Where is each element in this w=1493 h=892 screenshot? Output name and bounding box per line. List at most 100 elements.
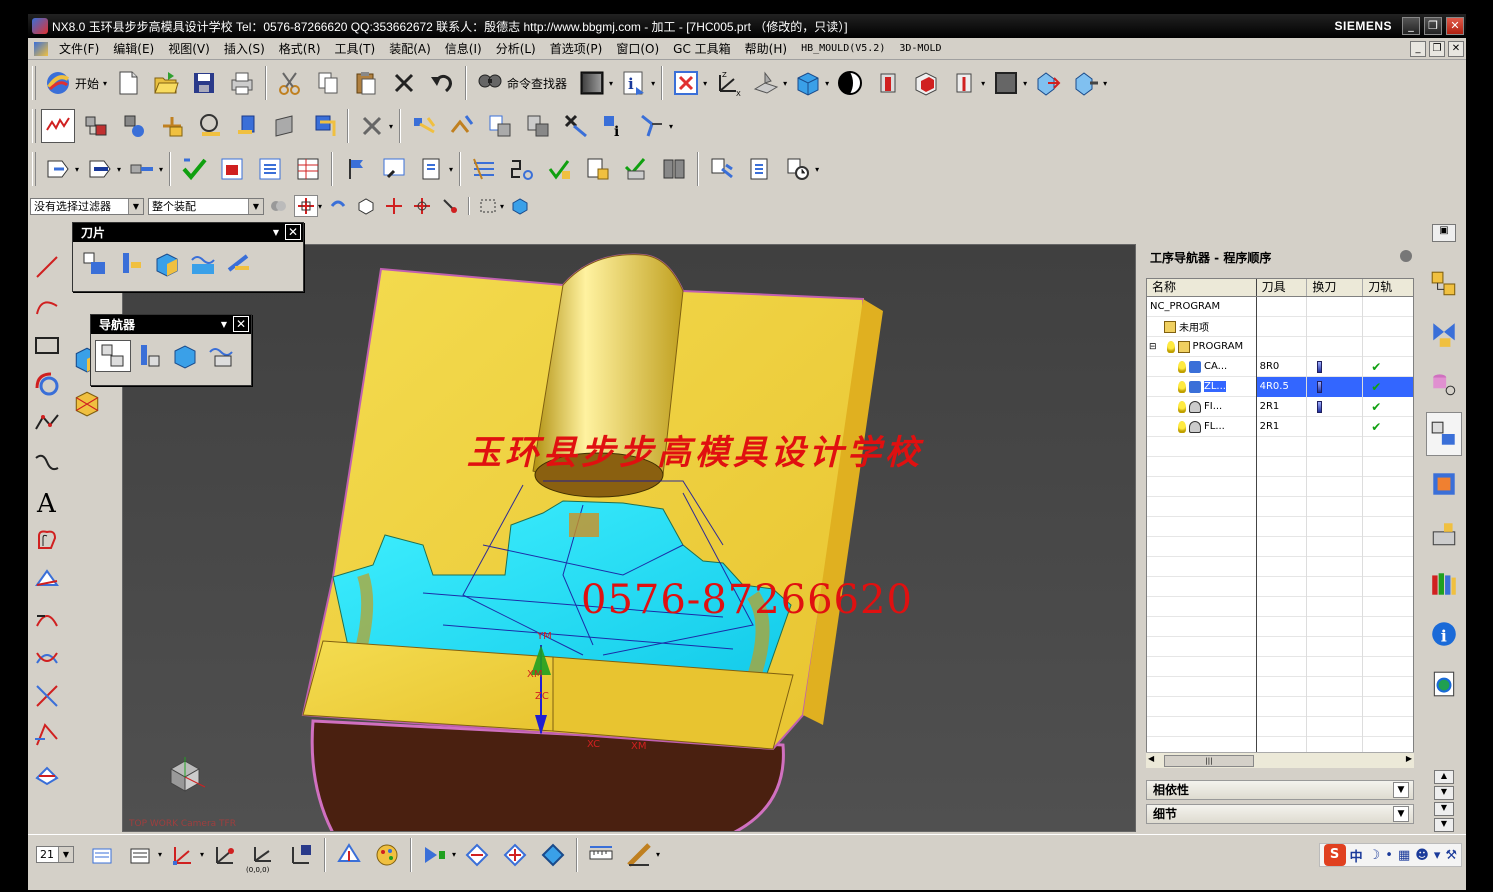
trim-curve-icon[interactable] xyxy=(31,680,63,712)
create-geometry-icon[interactable] xyxy=(231,109,265,143)
chevron-down-icon[interactable]: ▼ xyxy=(1393,782,1409,798)
check-path-icon[interactable] xyxy=(543,152,577,186)
menu-3d-mold[interactable]: 3D-MOLD xyxy=(892,43,948,54)
assembly-constraint-icon[interactable] xyxy=(1069,66,1103,100)
move-component-icon[interactable] xyxy=(1031,66,1065,100)
wcs-absolute-icon[interactable]: (0,0,0) xyxy=(246,838,280,874)
measure-distance-icon[interactable] xyxy=(584,838,618,872)
minimize-button[interactable]: _ xyxy=(1402,17,1420,35)
snap-point-icon[interactable] xyxy=(294,195,318,217)
command-finder-icon[interactable] xyxy=(473,66,507,100)
postprocess-icon[interactable] xyxy=(635,109,669,143)
cancel-icon[interactable] xyxy=(355,109,389,143)
navigator-row[interactable]: ⊟ PROGRAM xyxy=(1147,336,1413,357)
menu-file[interactable]: 文件(F) xyxy=(52,40,106,57)
magnify-path-icon[interactable] xyxy=(377,152,411,186)
punctuation-icon[interactable]: • xyxy=(1385,848,1393,863)
spline-icon[interactable] xyxy=(31,446,63,478)
keyboard-icon[interactable]: ▦ xyxy=(1398,848,1410,863)
select-cube-icon[interactable] xyxy=(508,195,532,217)
navigator-row[interactable]: FI... 2R1 ✔ xyxy=(1147,396,1413,417)
program-order-view-icon[interactable] xyxy=(41,109,75,143)
menu-preferences[interactable]: 首选项(P) xyxy=(543,40,610,57)
delete-toolpath-icon[interactable] xyxy=(559,109,593,143)
information-icon[interactable]: i xyxy=(617,66,651,100)
wire-cylinder-icon[interactable] xyxy=(947,66,981,100)
nav-program-order-icon[interactable] xyxy=(95,340,131,372)
snap-midpoint-icon[interactable] xyxy=(410,195,434,217)
zoom-combo[interactable]: 21 ▼ xyxy=(36,846,74,863)
mdi-restore-button[interactable]: ❐ xyxy=(1429,41,1445,57)
row-name-cell[interactable]: ⊟ PROGRAM xyxy=(1147,336,1257,357)
red-box-icon[interactable] xyxy=(909,66,943,100)
blade-palette-header[interactable]: 刀片 ▼ ✕ xyxy=(73,223,303,242)
menu-gc-toolbox[interactable]: GC 工具箱 xyxy=(666,40,738,57)
scroll-down-icon[interactable]: ▼ xyxy=(1434,818,1454,832)
geometry-view-icon[interactable] xyxy=(117,109,151,143)
shop-doc-icon[interactable]: i xyxy=(597,109,631,143)
table-icon[interactable] xyxy=(291,152,325,186)
menu-view[interactable]: 视图(V) xyxy=(161,40,217,57)
bridge-curve-icon[interactable] xyxy=(31,602,63,634)
program-view-icon[interactable] xyxy=(77,248,113,280)
scroll-left-icon[interactable]: ◀ xyxy=(1148,754,1154,763)
pin-icon[interactable] xyxy=(1400,250,1412,262)
constraint-navigator-icon[interactable] xyxy=(1426,312,1462,356)
ime-language[interactable]: 中 xyxy=(1350,846,1363,865)
open-folder-icon[interactable] xyxy=(149,66,183,100)
select-options-icon[interactable] xyxy=(266,195,290,217)
scope-combo[interactable]: 整个装配 ▼ xyxy=(148,197,264,215)
scroll-up-icon[interactable]: ▲ xyxy=(1434,770,1454,784)
create-method-icon[interactable] xyxy=(269,109,303,143)
column-header-tool-change[interactable]: 换刀 xyxy=(1307,279,1364,296)
verify-toolpath-icon[interactable] xyxy=(521,109,555,143)
menu-hb-mould[interactable]: HB_MOULD(V5.2) xyxy=(794,43,892,54)
select-body-icon[interactable] xyxy=(354,195,378,217)
menu-help[interactable]: 帮助(H) xyxy=(738,40,794,57)
horizontal-scrollbar[interactable]: ◀ ||| ▶ xyxy=(1146,752,1414,768)
hide-icon[interactable] xyxy=(460,838,494,872)
orient-view-icon[interactable] xyxy=(749,66,783,100)
text-icon[interactable]: A xyxy=(31,485,63,517)
batch-process-icon[interactable] xyxy=(253,152,287,186)
report-icon[interactable] xyxy=(581,152,615,186)
menu-insert[interactable]: 插入(S) xyxy=(217,40,272,57)
tool-view-icon[interactable] xyxy=(113,248,149,280)
graphics-viewport[interactable]: 玉环县步步高模具设计学校 0576-87266620 YM XM ZC XC X… xyxy=(122,244,1136,832)
section-view-icon[interactable] xyxy=(833,66,867,100)
dependencies-section[interactable]: 相依性 ▼ xyxy=(1146,780,1414,800)
background-icon[interactable] xyxy=(989,66,1023,100)
mill-tool-icon[interactable] xyxy=(125,152,159,186)
moon-icon[interactable]: ☽ xyxy=(1369,848,1381,863)
offset-curve-icon[interactable] xyxy=(31,524,63,556)
scroll-down-icon[interactable]: ▼ xyxy=(1434,802,1454,816)
scroll-thumb[interactable]: ||| xyxy=(1164,755,1254,767)
nav-machine-tool-icon[interactable] xyxy=(131,340,167,372)
navigator-row[interactable]: ZL... 4R0.5 ✔ xyxy=(1147,376,1413,397)
row-name-cell[interactable]: CA... xyxy=(1147,356,1257,377)
rectangle-select-icon[interactable] xyxy=(476,195,500,217)
extend-curve-icon[interactable] xyxy=(31,719,63,751)
paste-icon[interactable] xyxy=(349,66,383,100)
roles-icon[interactable] xyxy=(1426,562,1462,606)
menu-format[interactable]: 格式(R) xyxy=(272,40,328,57)
wcs-save-icon[interactable] xyxy=(284,838,318,872)
menu-analysis[interactable]: 分析(L) xyxy=(489,40,543,57)
start-label[interactable]: 开始 xyxy=(75,75,99,92)
row-name-cell[interactable]: 未用项 xyxy=(1147,316,1257,337)
nav-geometry-icon[interactable] xyxy=(167,340,203,372)
snap-control-icon[interactable] xyxy=(438,195,462,217)
polyline-icon[interactable] xyxy=(31,407,63,439)
edit-display-icon[interactable] xyxy=(370,838,404,872)
part-navigator-icon[interactable] xyxy=(1426,362,1462,406)
method-view-icon[interactable] xyxy=(185,248,221,280)
machine-tool-navigator-icon[interactable] xyxy=(1426,512,1462,556)
create-program-icon[interactable] xyxy=(155,109,189,143)
replay-toolpath-icon[interactable] xyxy=(445,109,479,143)
collapse-icon[interactable]: ⊟ xyxy=(1149,342,1157,352)
show-icon[interactable] xyxy=(498,838,532,872)
measure-angle-icon[interactable] xyxy=(622,838,656,872)
command-finder-label[interactable]: 命令查找器 xyxy=(507,75,567,92)
close-icon[interactable]: ✕ xyxy=(233,316,249,332)
edit-object-icon[interactable] xyxy=(332,838,366,872)
